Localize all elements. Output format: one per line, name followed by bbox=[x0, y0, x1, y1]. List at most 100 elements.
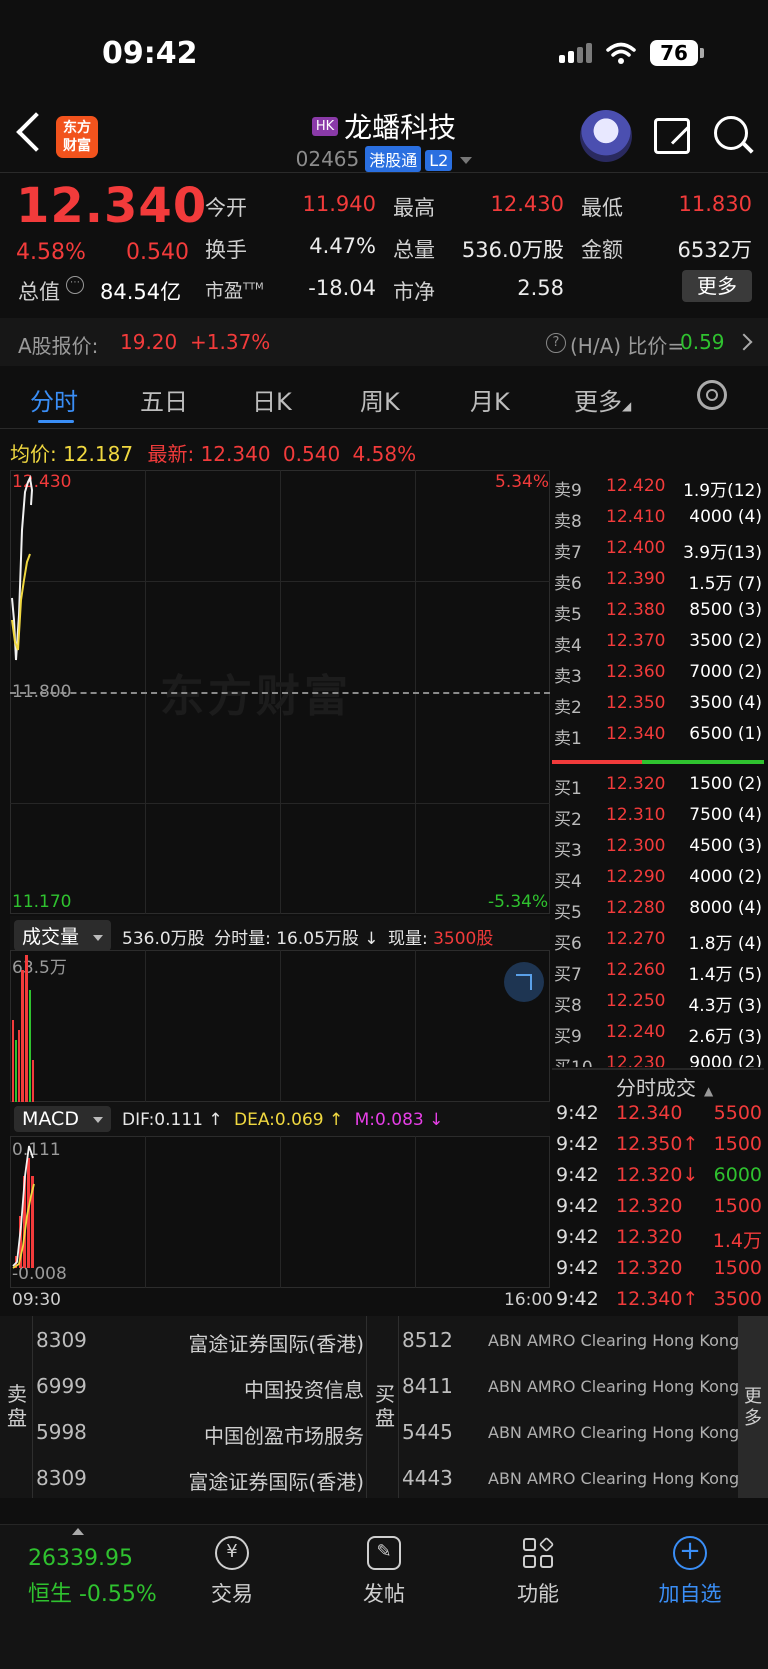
trade-volume: 5500 bbox=[713, 1102, 762, 1124]
bid-row[interactable]: 买1 12.320 1500 (2) bbox=[552, 774, 764, 805]
trade-price: 12.340 bbox=[616, 1102, 683, 1124]
ask-row[interactable]: 卖1 12.340 6500 (1) bbox=[552, 724, 764, 755]
broker-name: 中国投资信息 bbox=[244, 1378, 364, 1402]
trades-header[interactable]: 分时成交 ▲ bbox=[616, 1072, 713, 1101]
volume-dropdown-label: 成交量 bbox=[22, 926, 80, 948]
now-volume-label: 现量: bbox=[387, 929, 428, 949]
tab-daily-k[interactable]: 日K bbox=[252, 382, 292, 417]
tab-weekly-k[interactable]: 周K bbox=[360, 382, 400, 417]
trade-volume: 3500 bbox=[713, 1288, 762, 1310]
divider bbox=[552, 1068, 764, 1070]
bid-row[interactable]: 买8 12.250 4.3万 (3) bbox=[552, 991, 764, 1022]
broker-code: 8309 bbox=[36, 1328, 87, 1352]
share-icon[interactable] bbox=[654, 118, 690, 154]
ask-row[interactable]: 卖8 12.410 4000 (4) bbox=[552, 507, 764, 538]
tab-more-label: 更多 bbox=[574, 388, 622, 416]
broker-more-button[interactable]: 更 多 bbox=[738, 1316, 768, 1498]
ask-row[interactable]: 卖5 12.380 8500 (3) bbox=[552, 600, 764, 631]
ask-level: 卖8 bbox=[554, 512, 582, 532]
trade-time: 9:42 bbox=[556, 1226, 599, 1248]
bid-level: 买4 bbox=[554, 872, 582, 892]
bid-row[interactable]: 买3 12.300 4500 (3) bbox=[552, 836, 764, 867]
volume-bar bbox=[29, 990, 31, 1102]
ask-level: 卖3 bbox=[554, 667, 582, 687]
divider bbox=[366, 1316, 367, 1498]
bid-row[interactable]: 买4 12.290 4000 (2) bbox=[552, 867, 764, 898]
bid-row[interactable]: 买6 12.270 1.8万 (4) bbox=[552, 929, 764, 960]
grid-line bbox=[10, 803, 550, 804]
trade-time: 9:42 bbox=[556, 1195, 599, 1217]
pe-value: -18.04 bbox=[308, 276, 376, 300]
ask-row[interactable]: 卖9 12.420 1.9万(12) bbox=[552, 476, 764, 507]
low-label: 最低 bbox=[581, 196, 623, 220]
robot-assistant-icon[interactable] bbox=[580, 110, 632, 162]
pb-value: 2.58 bbox=[517, 276, 564, 300]
more-button[interactable]: 更多 bbox=[682, 270, 752, 302]
a-share-label: A股报价: bbox=[18, 334, 99, 358]
latest-change: 0.540 bbox=[282, 442, 341, 466]
bid-level: 买2 bbox=[554, 810, 582, 830]
bid-row[interactable]: 买9 12.240 2.6万 (3) bbox=[552, 1022, 764, 1053]
nav-post[interactable]: ✎ 发帖 bbox=[334, 1536, 434, 1608]
volume-indicator-dropdown[interactable]: 成交量 bbox=[14, 920, 112, 951]
ask-row[interactable]: 卖7 12.400 3.9万(13) bbox=[552, 538, 764, 569]
stock-code: 02465 bbox=[295, 147, 360, 171]
nav-functions[interactable]: 功能 bbox=[488, 1536, 588, 1608]
stock-subline[interactable]: 02465 港股通 L2 bbox=[0, 146, 768, 172]
avg-value: 12.187 bbox=[63, 442, 134, 466]
market-badge: HK bbox=[311, 116, 339, 136]
plus-circle-icon: + bbox=[673, 1536, 707, 1570]
chart-top-pct: 5.34% bbox=[495, 472, 550, 492]
nav-trade[interactable]: ¥ 交易 bbox=[182, 1536, 282, 1608]
ask-level: 卖2 bbox=[554, 698, 582, 718]
bid-level: 买10 bbox=[554, 1053, 593, 1067]
bid-row[interactable]: 买5 12.280 8000 (4) bbox=[552, 898, 764, 929]
index-name[interactable]: 恒生 -0.55% bbox=[28, 1576, 157, 1608]
nav-add-watchlist-label: 加自选 bbox=[658, 1582, 722, 1606]
bid-row[interactable]: 买10 12.230 9000 (2) bbox=[552, 1053, 764, 1067]
price-line bbox=[11, 474, 34, 661]
bid-price: 12.250 bbox=[606, 991, 666, 1011]
pe-label: 市盈TTM bbox=[205, 276, 264, 303]
grid-line bbox=[145, 950, 146, 1102]
ask-row[interactable]: 卖3 12.360 7000 (2) bbox=[552, 662, 764, 693]
bid-price: 12.290 bbox=[606, 867, 666, 887]
cellular-signal-icon bbox=[559, 43, 592, 63]
connect-tag: 港股通 bbox=[365, 146, 422, 172]
ask-row[interactable]: 卖4 12.370 3500 (2) bbox=[552, 631, 764, 662]
index-value[interactable]: 26339.95 bbox=[28, 1546, 133, 1571]
bid-level: 买1 bbox=[554, 779, 582, 799]
a-share-price: 19.20 bbox=[120, 330, 178, 354]
caret-up-icon[interactable] bbox=[72, 1528, 84, 1535]
bid-row[interactable]: 买7 12.260 1.4万 (5) bbox=[552, 960, 764, 991]
ask-level: 卖9 bbox=[554, 481, 582, 501]
ask-volume: 6500 (1) bbox=[689, 724, 762, 744]
macd-bars-svg bbox=[12, 1145, 35, 1269]
ask-volume: 8500 (3) bbox=[689, 600, 762, 620]
tab-more[interactable]: 更多◢ bbox=[574, 382, 631, 417]
nav-add-watchlist[interactable]: + 加自选 bbox=[640, 1536, 740, 1608]
volume-label: 总量 bbox=[393, 238, 435, 262]
bid-level: 买6 bbox=[554, 934, 582, 954]
broker-name: 富途证券国际(香港) bbox=[188, 1332, 364, 1356]
expand-icon[interactable] bbox=[504, 962, 544, 1002]
ask-row[interactable]: 卖6 12.390 1.5万 (7) bbox=[552, 569, 764, 600]
ask-row[interactable]: 卖2 12.350 3500 (4) bbox=[552, 693, 764, 724]
bid-volume: 4.3万 (3) bbox=[688, 996, 762, 1016]
volume-bar bbox=[25, 955, 28, 1102]
bid-price: 12.270 bbox=[606, 929, 666, 949]
grid-line bbox=[145, 1136, 146, 1288]
trade-price: 12.350↑ bbox=[616, 1133, 699, 1155]
broker-name: 中国创盈市场服务 bbox=[204, 1424, 364, 1448]
latest-pct: 4.58% bbox=[352, 442, 417, 466]
macd-indicator-dropdown[interactable]: MACD bbox=[14, 1106, 111, 1132]
bid-row[interactable]: 买2 12.310 7500 (4) bbox=[552, 805, 764, 836]
help-icon[interactable]: ? bbox=[546, 333, 566, 353]
info-dots-icon[interactable]: ⋯ bbox=[66, 276, 84, 294]
tab-five-day[interactable]: 五日 bbox=[140, 382, 188, 417]
broker-name: ABN AMRO Clearing Hong Kong bbox=[488, 1469, 740, 1488]
tab-intraday[interactable]: 分时 bbox=[30, 382, 78, 417]
bid-price: 12.240 bbox=[606, 1022, 666, 1042]
broker-name: ABN AMRO Clearing Hong Kong bbox=[488, 1377, 740, 1396]
tab-monthly-k[interactable]: 月K bbox=[470, 382, 510, 417]
